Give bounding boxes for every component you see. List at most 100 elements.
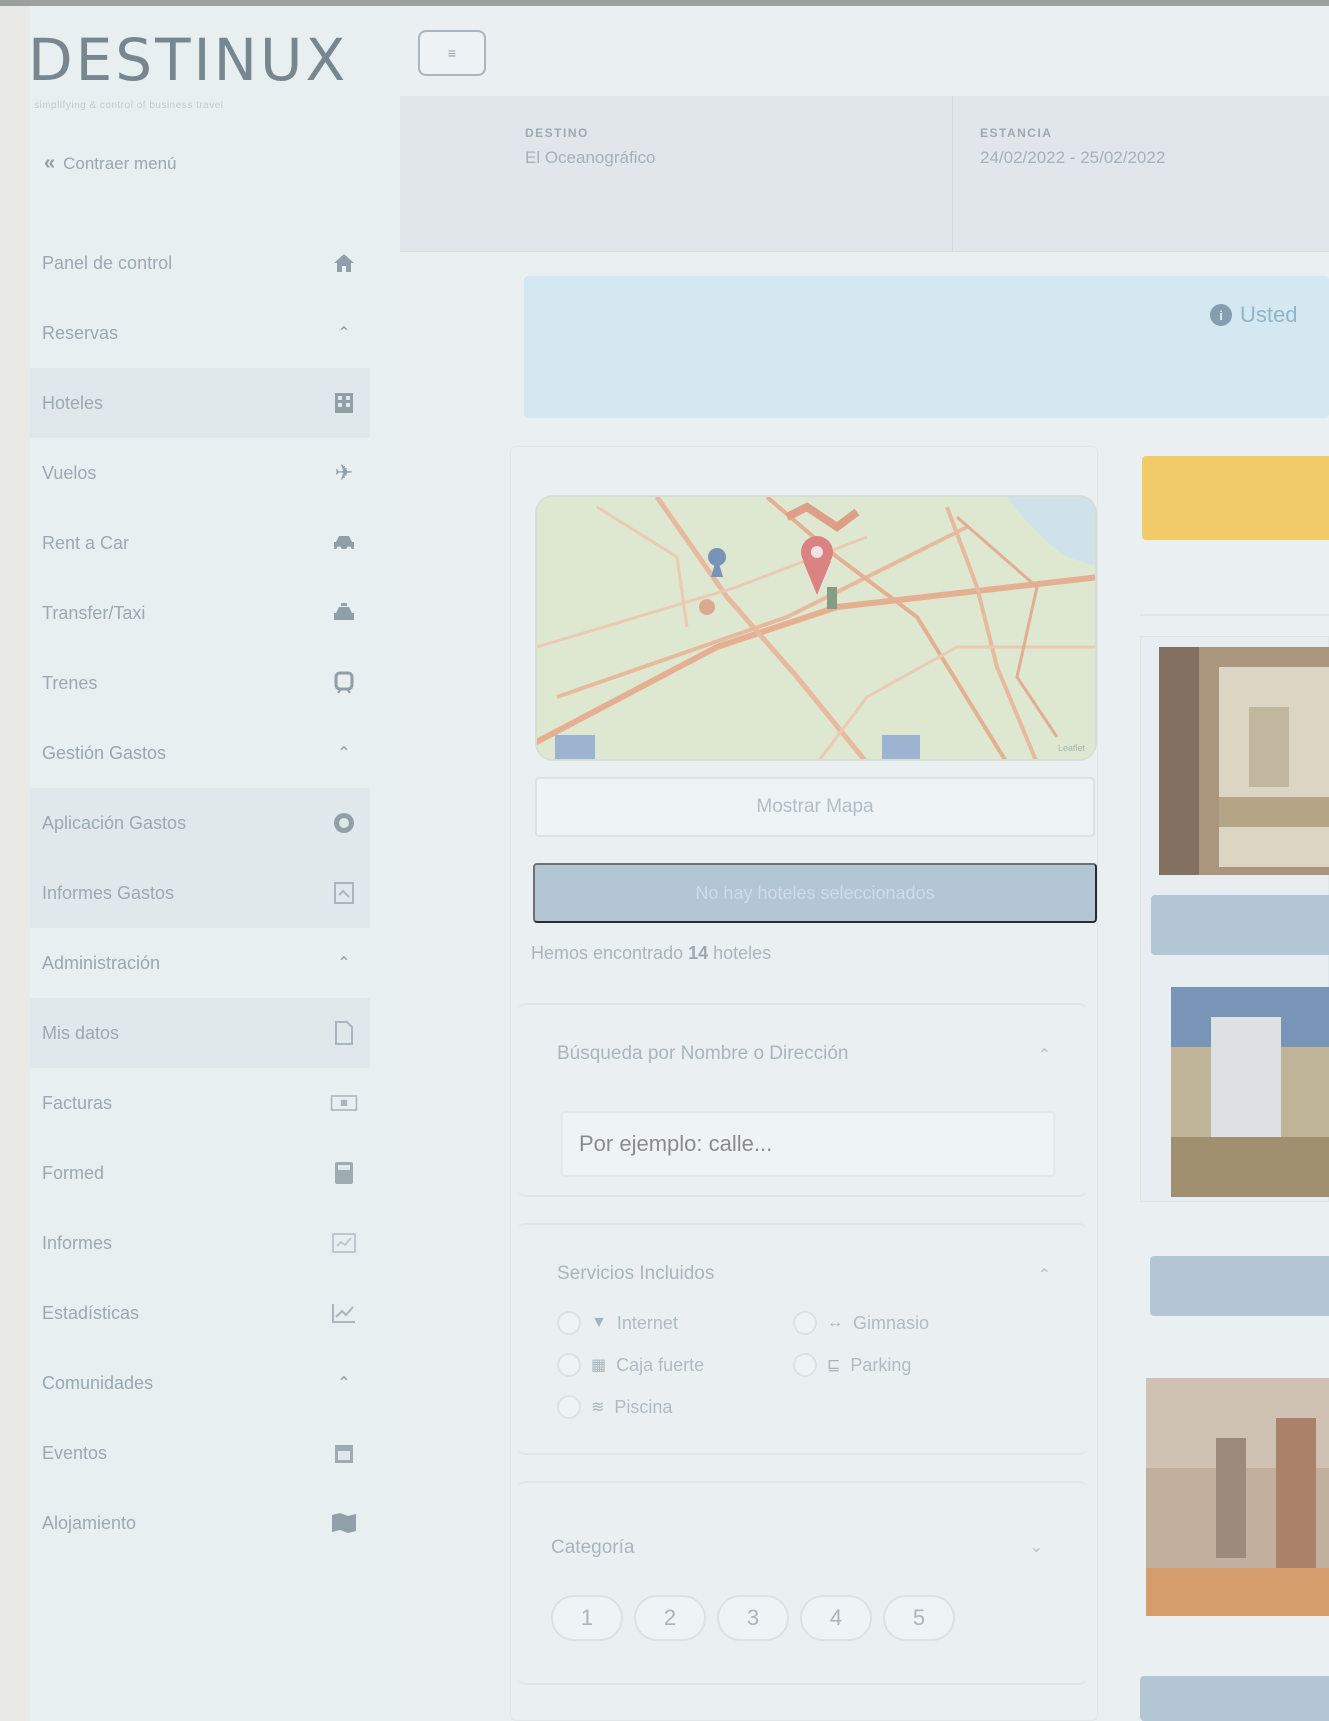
sidebar-item-label: Trenes xyxy=(42,672,98,693)
sidebar-item-label: Rent a Car xyxy=(42,532,130,553)
hotel-card xyxy=(1140,1352,1329,1721)
category-section: Categoría ⌄ 1 2 3 4 5 xyxy=(517,1481,1087,1685)
service-option-piscina[interactable]: ≋ Piscina xyxy=(557,1395,672,1419)
sidebar-item-label: Informes xyxy=(42,1232,113,1253)
sidebar-item-label: Gestión Gastos xyxy=(42,742,167,763)
chevron-up-icon: ⌃ xyxy=(337,955,351,972)
hotel-map[interactable]: Leaflet xyxy=(535,495,1097,761)
sidebar-item-trenes[interactable]: Trenes xyxy=(30,648,370,718)
calendar-icon xyxy=(330,1441,358,1465)
sidebar-section-administracion[interactable]: Administración ⌃ xyxy=(30,928,370,998)
hotel-count: 14 xyxy=(688,943,709,963)
car-icon xyxy=(330,531,358,555)
hotel-image[interactable] xyxy=(1159,647,1329,875)
sidebar-section-gestion-gastos[interactable]: Gestión Gastos ⌃ xyxy=(30,718,370,788)
show-map-button[interactable]: Mostrar Mapa xyxy=(535,777,1095,837)
sidebar-item-formed[interactable]: Formed xyxy=(30,1138,370,1208)
map-attribution[interactable]: Leaflet xyxy=(1058,743,1085,753)
service-radio[interactable] xyxy=(557,1353,581,1377)
sidebar-item-eventos[interactable]: Eventos xyxy=(30,1418,370,1488)
coin-icon xyxy=(330,811,358,835)
sidebar-edge-shade xyxy=(0,6,30,1721)
estancia-block[interactable]: ESTANCIA 24/02/2022 - 25/02/2022 xyxy=(980,96,1165,252)
chevron-up-icon[interactable]: ⌃ xyxy=(1038,1265,1051,1285)
sidebar-section-reservas[interactable]: Reservas ⌃ xyxy=(30,298,370,368)
sidebar-item-estadisticas[interactable]: Estadísticas xyxy=(30,1278,370,1348)
service-option-caja-fuerte[interactable]: ▦ Caja fuerte xyxy=(557,1353,704,1377)
sidebar-item-informes-gastos[interactable]: Informes Gastos xyxy=(30,858,370,928)
alert-message: i Usted xyxy=(1210,302,1297,328)
sidebar-nav: Panel de control Reservas ⌃ Hoteles Vuelos ✈ R… xyxy=(30,228,370,1558)
hotel-image[interactable] xyxy=(1146,1378,1329,1616)
alert-text: Usted xyxy=(1240,302,1298,327)
sidebar-item-label: Alojamiento xyxy=(42,1512,137,1533)
results-column xyxy=(1140,446,1329,1721)
category-2-button[interactable]: 2 xyxy=(634,1595,706,1641)
sidebar: DESTINUX simplifying & control of busine… xyxy=(0,6,400,1721)
sort-bar[interactable] xyxy=(1142,456,1329,540)
train-icon xyxy=(330,671,358,695)
destino-block[interactable]: DESTINO El Oceanográfico xyxy=(525,96,655,252)
sidebar-item-label: Estadísticas xyxy=(42,1302,140,1323)
service-option-internet[interactable]: ▼ Internet xyxy=(557,1311,678,1335)
home-icon xyxy=(330,251,358,275)
sidebar-item-hoteles[interactable]: Hoteles xyxy=(30,368,370,438)
hotel-card xyxy=(1140,636,1329,1202)
divider xyxy=(1140,614,1329,616)
map-icon xyxy=(330,1511,358,1535)
chevron-up-icon[interactable]: ⌃ xyxy=(1038,1045,1051,1065)
sidebar-item-alojamiento[interactable]: Alojamiento xyxy=(30,1488,370,1558)
collapse-menu-label: Contraer menú xyxy=(63,153,177,173)
service-option-parking[interactable]: ⊑ Parking xyxy=(793,1353,911,1377)
name-search-input[interactable] xyxy=(561,1111,1055,1177)
search-summary-bar: DESTINO El Oceanográfico ESTANCIA 24/02/… xyxy=(400,96,1329,252)
sidebar-item-label: Transfer/Taxi xyxy=(42,602,146,623)
building-icon xyxy=(330,391,358,415)
name-search-title[interactable]: Búsqueda por Nombre o Dirección xyxy=(557,1043,849,1065)
hotel-select-button[interactable] xyxy=(1140,1676,1329,1721)
sidebar-item-label: Administración xyxy=(42,952,161,973)
chevron-up-icon: ⌃ xyxy=(337,745,351,762)
category-1-button[interactable]: 1 xyxy=(551,1595,623,1641)
filter-panel: Leaflet Mostrar Mapa No hay hoteles sele… xyxy=(510,446,1098,1721)
hotel-select-button[interactable] xyxy=(1151,895,1329,955)
services-title[interactable]: Servicios Incluidos xyxy=(557,1263,714,1285)
chevron-down-icon[interactable]: ⌄ xyxy=(1030,1537,1043,1557)
selected-hotels-button[interactable]: No hay hoteles seleccionados xyxy=(533,863,1097,923)
sidebar-item-facturas[interactable]: Facturas xyxy=(30,1068,370,1138)
hamburger-menu-button[interactable]: ≡ xyxy=(418,30,486,76)
hotel-select-button[interactable] xyxy=(1150,1256,1329,1316)
divider xyxy=(952,96,953,252)
category-5-button[interactable]: 5 xyxy=(883,1595,955,1641)
sidebar-item-transfer-taxi[interactable]: Transfer/Taxi xyxy=(30,578,370,648)
sidebar-item-mis-datos[interactable]: Mis datos xyxy=(30,998,370,1068)
service-radio[interactable] xyxy=(793,1311,817,1335)
chevron-up-icon: ⌃ xyxy=(337,325,351,342)
sidebar-item-panel-de-control[interactable]: Panel de control xyxy=(30,228,370,298)
wifi-icon: ▼ xyxy=(591,1314,607,1331)
parking-icon: ⊑ xyxy=(827,1357,841,1374)
service-radio[interactable] xyxy=(557,1311,581,1335)
sidebar-section-comunidades[interactable]: Comunidades ⌃ xyxy=(30,1348,370,1418)
dumbbell-icon: ↔ xyxy=(827,1314,843,1331)
hotel-image[interactable] xyxy=(1171,987,1329,1219)
sidebar-item-vuelos[interactable]: Vuelos ✈ xyxy=(30,438,370,508)
sidebar-item-rent-a-car[interactable]: Rent a Car xyxy=(30,508,370,578)
info-alert: i Usted xyxy=(524,276,1329,418)
map-graphic xyxy=(537,497,1095,759)
sidebar-item-informes[interactable]: Informes xyxy=(30,1208,370,1278)
category-title[interactable]: Categoría xyxy=(551,1537,634,1559)
service-radio[interactable] xyxy=(793,1353,817,1377)
name-search-section: Búsqueda por Nombre o Dirección ⌃ xyxy=(517,1003,1087,1197)
invoice-icon xyxy=(330,1091,358,1115)
sidebar-item-label: Vuelos xyxy=(42,462,97,483)
destino-value: El Oceanográfico xyxy=(525,148,656,167)
category-3-button[interactable]: 3 xyxy=(717,1595,789,1641)
sidebar-item-aplicacion-gastos[interactable]: Aplicación Gastos xyxy=(30,788,370,858)
service-radio[interactable] xyxy=(557,1395,581,1419)
sidebar-item-label: Facturas xyxy=(42,1092,113,1113)
service-option-gimnasio[interactable]: ↔ Gimnasio xyxy=(793,1311,929,1335)
safe-icon: ▦ xyxy=(591,1357,607,1374)
collapse-menu-button[interactable]: « Contraer menú xyxy=(44,152,177,175)
category-4-button[interactable]: 4 xyxy=(800,1595,872,1641)
